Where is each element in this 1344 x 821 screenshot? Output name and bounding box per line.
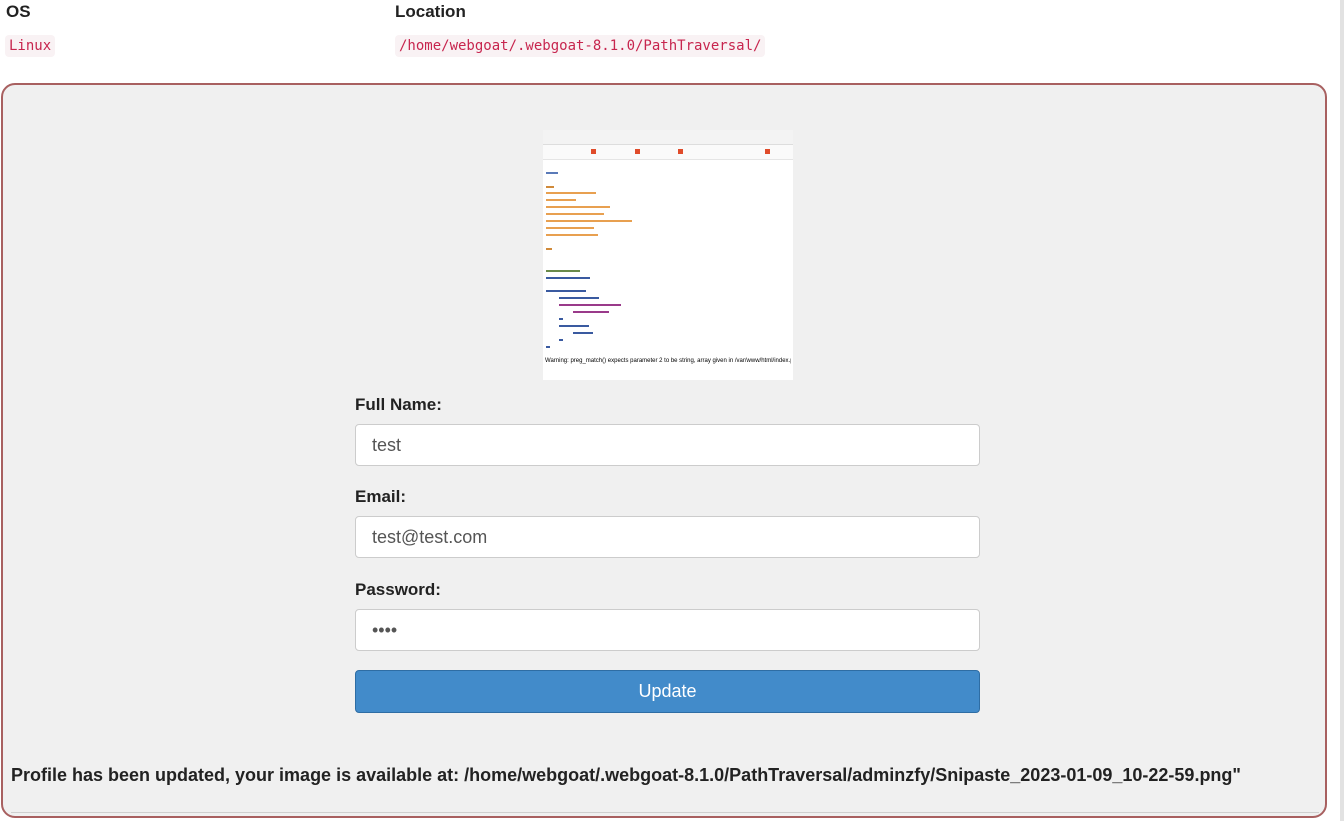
feedback-message: Profile has been updated, your image is …: [11, 765, 1241, 785]
profile-panel: Warning: preg_match() expects parameter …: [1, 83, 1327, 818]
full-name-input[interactable]: [355, 424, 980, 466]
full-name-label: Full Name:: [355, 395, 442, 414]
password-input[interactable]: [355, 609, 980, 651]
preview-bookmarks-bar: [543, 145, 793, 160]
preview-browser-toolbar: [543, 130, 793, 145]
email-input[interactable]: [355, 516, 980, 558]
email-label: Email:: [355, 487, 407, 506]
feedback-divider: [11, 812, 1319, 813]
page-scrollbar[interactable]: [1340, 0, 1344, 821]
info-table: OS Location Linux /home/webgoat/.webgoat…: [0, 0, 1344, 70]
password-label: Password:: [355, 580, 441, 599]
os-value: Linux: [5, 35, 56, 57]
update-button[interactable]: Update: [355, 670, 980, 713]
profile-image-preview: Warning: preg_match() expects parameter …: [543, 130, 793, 380]
os-header: OS: [6, 2, 31, 21]
location-value: /home/webgoat/.webgoat-8.1.0/PathTravers…: [395, 35, 766, 57]
preview-warning-text: Warning: preg_match() expects parameter …: [545, 358, 791, 364]
location-header: Location: [395, 2, 466, 21]
